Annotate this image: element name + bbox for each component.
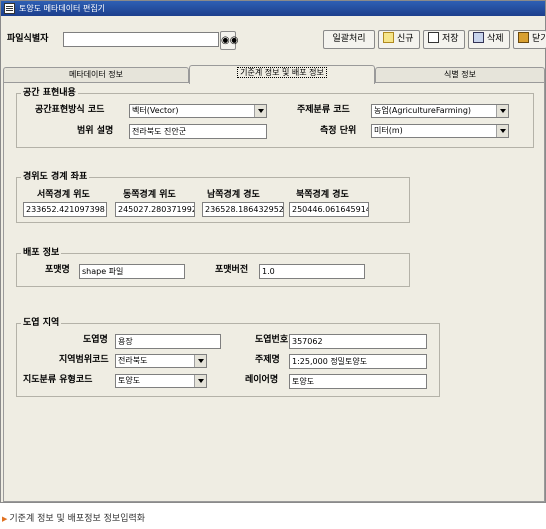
title-bar: 토양도 메타데이터 편집기 — [1, 1, 545, 16]
file-id-label: 파일식별자 — [7, 34, 49, 44]
close-button[interactable]: 닫기 — [513, 30, 546, 49]
format-version-input[interactable]: 1.0 — [259, 264, 365, 279]
north-bound-label: 북쪽경계 경도 — [296, 190, 349, 200]
region-code-value: 전라북도 — [118, 356, 148, 365]
layer-name-label: 레이어명 — [245, 375, 279, 385]
theme-name-input[interactable]: 1:25,000 정밀토양도 — [289, 354, 427, 369]
bullet-marker-icon: ▶ — [2, 515, 8, 523]
trash-icon — [473, 32, 484, 43]
tab-metadata-info-label: 메타데이터 정보 — [68, 70, 124, 79]
format-name-input[interactable]: shape 파일 — [79, 264, 185, 279]
window-title: 토양도 메타데이터 편집기 — [19, 4, 106, 13]
app-icon — [4, 3, 15, 14]
sheet-name-label: 도엽명 — [83, 335, 108, 345]
distribution-group-title: 배포 정보 — [21, 247, 62, 259]
extent-desc-label: 범위 설명 — [77, 126, 114, 136]
distribution-group: 배포 정보 포맷명 shape 파일 포맷버전 1.0 — [16, 247, 410, 287]
region-code-label: 지역범위코드 — [59, 355, 109, 365]
east-bound-input[interactable]: 245027.280371992 — [115, 202, 195, 217]
unit-select[interactable]: 미터(m) — [371, 124, 509, 138]
repr-code-select[interactable]: 벡터(Vector) — [129, 104, 267, 118]
map-sheet-group: 도엽 지역 도엽명 용장 도엽번호 357062 지역범위코드 전라북도 주제명… — [16, 317, 440, 397]
binoculars-icon: ◉◉ — [221, 35, 239, 46]
tab-identification-info-label: 식별 정보 — [444, 70, 476, 79]
sheet-name-input[interactable]: 용장 — [115, 334, 221, 349]
theme-name-label: 주제명 — [255, 355, 280, 365]
tab-reference-distribution-label: 기준계 정보 및 배포 정보 — [237, 67, 327, 78]
map-sheet-group-title: 도엽 지역 — [21, 317, 62, 329]
chevron-down-icon — [496, 105, 508, 117]
batch-button[interactable]: 일괄처리 — [323, 30, 375, 49]
south-bound-input[interactable]: 236528.186432952 — [202, 202, 284, 217]
new-icon — [383, 32, 394, 43]
repr-code-label: 공간표현방식 코드 — [35, 105, 105, 115]
door-icon — [518, 32, 529, 43]
chevron-down-icon — [254, 105, 266, 117]
east-bound-label: 동쪽경계 위도 — [123, 190, 176, 200]
editor-window: 토양도 메타데이터 편집기 파일식별자 ◉◉ 일괄처리 신규 저장 삭제 닫기 … — [0, 0, 546, 503]
topic-code-value: 농업(AgricultureFarming) — [374, 106, 472, 115]
binoculars-button[interactable]: ◉◉ — [220, 31, 239, 50]
unit-label: 측정 단위 — [320, 126, 357, 136]
save-icon — [428, 32, 439, 43]
topic-code-label: 주제분류 코드 — [297, 105, 350, 115]
tab-panel: 공간 표현내용 공간표현방식 코드 벡터(Vector) 주제분류 코드 농업(… — [3, 82, 545, 502]
map-type-select[interactable]: 토양도 — [115, 374, 207, 388]
region-code-select[interactable]: 전라북도 — [115, 354, 207, 368]
chevron-down-icon — [194, 355, 206, 367]
map-type-value: 토양도 — [118, 376, 141, 385]
bounds-group: 경위도 경계 좌표 서쪽경계 위도 233652.421097398 동쪽경계 … — [16, 171, 410, 223]
tab-strip: 메타데이터 정보 기준계 정보 및 배포 정보 식별 정보 — [3, 65, 545, 84]
spatial-group-title: 공간 표현내용 — [21, 87, 78, 99]
repr-code-value: 벡터(Vector) — [132, 106, 179, 115]
save-button[interactable]: 저장 — [423, 30, 465, 49]
extent-desc-input[interactable]: 전라북도 진안군 — [129, 124, 267, 139]
format-version-label: 포맷버전 — [215, 265, 249, 275]
delete-button[interactable]: 삭제 — [468, 30, 510, 49]
file-id-input[interactable] — [63, 32, 219, 47]
chevron-down-icon — [496, 125, 508, 137]
sheet-no-input[interactable]: 357062 — [289, 334, 427, 349]
chevron-down-icon — [194, 375, 206, 387]
new-button[interactable]: 신규 — [378, 30, 420, 49]
spatial-group: 공간 표현내용 공간표현방식 코드 벡터(Vector) 주제분류 코드 농업(… — [16, 87, 534, 148]
delete-button-label: 삭제 — [487, 34, 504, 44]
topic-code-select[interactable]: 농업(AgricultureFarming) — [371, 104, 509, 118]
west-bound-input[interactable]: 233652.421097398 — [23, 202, 107, 217]
tab-reference-distribution[interactable]: 기준계 정보 및 배포 정보 — [189, 65, 375, 84]
map-type-label: 지도분류 유형코드 — [23, 375, 93, 385]
save-button-label: 저장 — [442, 34, 459, 44]
sheet-no-label: 도엽번호 — [255, 335, 289, 345]
north-bound-input[interactable]: 250446.061645914 — [289, 202, 369, 217]
tab-identification-info[interactable]: 식별 정보 — [375, 67, 545, 83]
bounds-group-title: 경위도 경계 좌표 — [21, 171, 90, 183]
close-button-label: 닫기 — [532, 34, 546, 44]
new-button-label: 신규 — [397, 34, 414, 44]
format-name-label: 포맷명 — [45, 265, 70, 275]
caption-text: 기준계 정보 및 배포정보 정보입력화 — [9, 514, 146, 524]
layer-name-input[interactable]: 토양도 — [289, 374, 427, 389]
west-bound-label: 서쪽경계 위도 — [37, 190, 90, 200]
south-bound-label: 남쪽경계 경도 — [207, 190, 260, 200]
figure-caption: ▶ 기준계 정보 및 배포정보 정보입력화 — [2, 512, 145, 526]
unit-value: 미터(m) — [374, 126, 403, 135]
tab-metadata-info[interactable]: 메타데이터 정보 — [3, 67, 189, 83]
